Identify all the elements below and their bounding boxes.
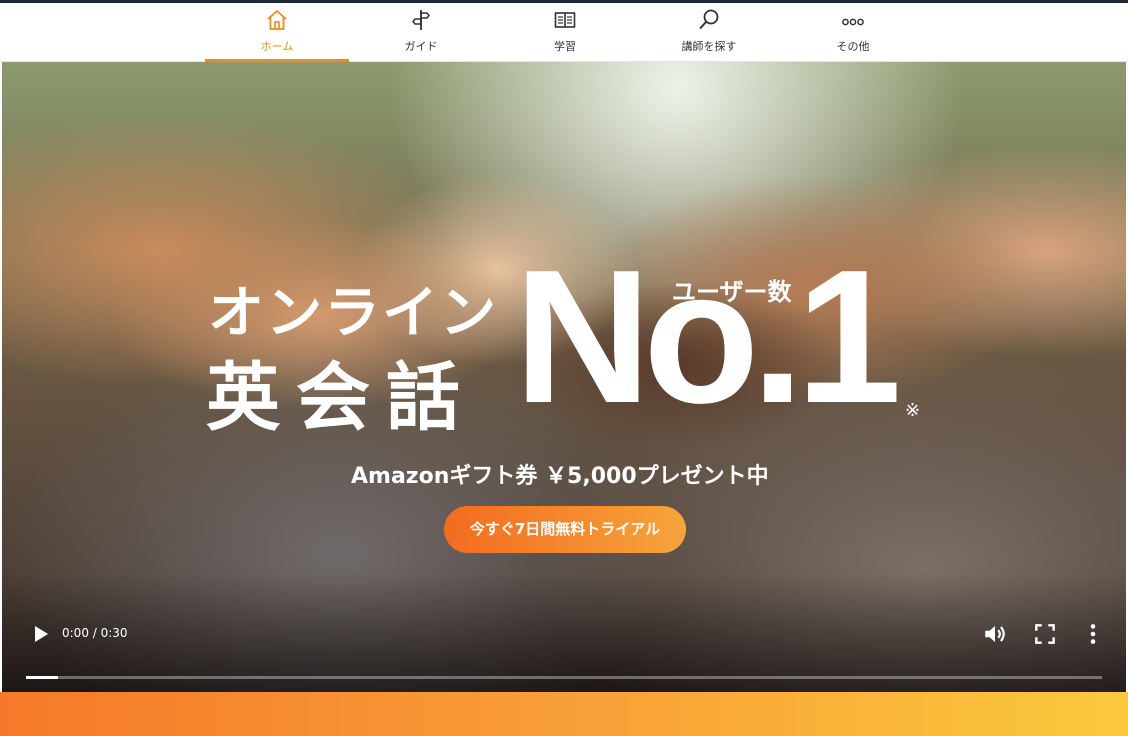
hero-rank-prefix: ユーザー数 [672,278,792,306]
more-icon [842,18,864,26]
search-icon [699,9,719,30]
free-trial-button[interactable]: 今すぐ7日間無料トライアル [444,506,686,553]
signpost-icon [412,10,430,30]
video-progress-bar[interactable] [26,676,1102,679]
nav-label-more: その他 [836,40,870,53]
play-icon[interactable] [28,622,52,646]
nav-label-study: 学習 [554,40,576,53]
video-controls: 0:00 / 0:30 [2,612,1126,692]
video-time: 0:00 / 0:30 [62,626,128,640]
video-menu-icon[interactable] [1080,621,1106,647]
nav-item-guide[interactable]: ガイド [349,3,493,62]
book-icon [554,12,576,28]
nav-label-guide: ガイド [404,40,438,53]
hero-rank-no1: No.1 [514,231,902,443]
bottom-gradient-band [0,692,1128,736]
nav-label-home: ホーム [260,40,294,53]
home-icon [267,10,287,30]
nav-item-home[interactable]: ホーム [205,3,349,62]
nav-item-study[interactable]: 学習 [493,3,637,62]
nav-item-find-tutors[interactable]: 講師を探す [637,3,781,62]
hero-footnote-mark: ※ [905,400,921,421]
hero-gift-text: Amazonギフト券 ￥5,000プレゼント中 [351,464,769,489]
hero-headline-english-conversation: 英会話 [206,355,476,441]
fullscreen-icon[interactable] [1032,621,1058,647]
video-progress-fill [26,676,59,679]
nav-item-more[interactable]: その他 [781,3,925,62]
nav-label-find-tutors: 講師を探す [681,40,737,53]
volume-icon[interactable] [982,621,1008,647]
hero-video[interactable]: オンライン 英会話 No.1 ユーザー数 ※ Amazonギフト券 ￥5,000… [2,62,1126,692]
hero-headline-online: オンライン [208,281,498,346]
top-navigation: ホーム ガイド 学習 講師を探す その他 [0,3,1128,62]
